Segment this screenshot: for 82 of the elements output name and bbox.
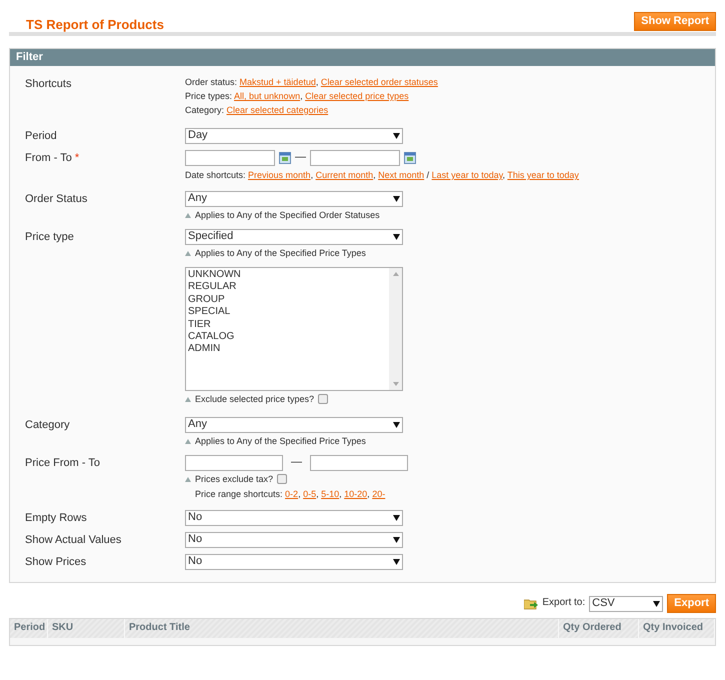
shortcut-link[interactable]: Next month bbox=[378, 170, 424, 180]
scroll-down-icon[interactable] bbox=[392, 382, 398, 386]
select-field[interactable]: CSV bbox=[589, 596, 664, 612]
hint-icon bbox=[185, 250, 191, 256]
shortcut-line: Category: Clear selected categories bbox=[185, 104, 330, 116]
select-field[interactable]: No bbox=[185, 510, 403, 526]
export-button[interactable]: Export bbox=[667, 594, 716, 613]
caret-icon bbox=[393, 133, 400, 139]
list-option[interactable]: TIER bbox=[188, 318, 387, 332]
select-field[interactable]: Specified bbox=[185, 229, 403, 245]
shortcut-line: Price types: All, but unknown, Clear selected price types bbox=[185, 90, 410, 102]
shortcut-link[interactable]: Clear selected price types bbox=[305, 91, 409, 101]
export-icon bbox=[524, 598, 538, 610]
price-type-list[interactable]: UNKNOWN REGULAR GROUP SPECIAL TIER CATALOG ADMIN bbox=[185, 267, 403, 391]
panel-header: Filter bbox=[10, 49, 715, 66]
list-option[interactable]: REGULAR bbox=[188, 281, 387, 294]
shortcut-link[interactable]: Clear selected categories bbox=[226, 105, 328, 115]
list-option[interactable]: CATALOG bbox=[188, 331, 387, 344]
select-field[interactable]: No bbox=[185, 554, 403, 570]
list-option[interactable]: UNKNOWN bbox=[188, 269, 387, 282]
caret-icon bbox=[393, 234, 400, 240]
shortcut-link[interactable]: Current month bbox=[316, 170, 374, 180]
range-dash: — bbox=[295, 151, 306, 165]
page-title: TS Report of Products bbox=[26, 16, 164, 34]
shortcut-link[interactable]: Previous month bbox=[248, 170, 311, 180]
shortcut-link[interactable]: 5-10 bbox=[321, 489, 340, 499]
shortcut-link[interactable]: All, but unknown bbox=[234, 91, 300, 101]
export-label: Export to: bbox=[542, 597, 586, 610]
caret-icon bbox=[653, 600, 660, 606]
select-field[interactable]: No bbox=[185, 532, 403, 548]
list-option[interactable]: ADMIN bbox=[188, 343, 387, 356]
field-label: Empty Rows bbox=[25, 512, 87, 524]
hint-text: Applies to Any of the Specified Order Statuses bbox=[195, 209, 380, 221]
shortcut-line: Price range shortcuts: 0-2, 0-5, 5-10, 10-20, 20- bbox=[195, 488, 386, 500]
field-label: Price type bbox=[25, 231, 74, 243]
list-option[interactable]: GROUP bbox=[188, 294, 387, 306]
checkbox-label: Exclude selected price types? bbox=[195, 393, 314, 405]
select-field[interactable]: Any bbox=[185, 417, 403, 433]
show-report-button[interactable]: Show Report bbox=[634, 12, 716, 31]
hint-icon bbox=[185, 212, 191, 218]
field-label: From - To bbox=[25, 152, 72, 164]
hint-icon bbox=[185, 476, 191, 482]
range-dash: — bbox=[291, 456, 302, 470]
select-field[interactable]: Any bbox=[185, 191, 403, 207]
list-option[interactable]: SPECIAL bbox=[188, 306, 387, 319]
caret-icon bbox=[393, 422, 400, 428]
hint-icon bbox=[185, 396, 191, 402]
price-field[interactable] bbox=[310, 455, 408, 471]
shortcut-link[interactable]: 10-20 bbox=[344, 489, 368, 499]
caret-icon bbox=[393, 515, 400, 521]
field-label: Period bbox=[25, 130, 57, 142]
hint-text: Applies to Any of the Specified Price Types bbox=[195, 435, 366, 447]
caret-icon bbox=[393, 559, 400, 565]
hint-icon bbox=[185, 438, 191, 444]
date-field[interactable] bbox=[310, 150, 400, 166]
checkbox[interactable] bbox=[318, 394, 328, 404]
field-label: Show Actual Values bbox=[25, 534, 122, 546]
scroll-up-icon[interactable] bbox=[392, 272, 398, 276]
field-label: Price From - To bbox=[25, 457, 100, 469]
shortcut-link[interactable]: 0-5 bbox=[303, 489, 316, 499]
calendar-icon bbox=[404, 152, 416, 164]
caret-icon bbox=[393, 537, 400, 543]
calendar-icon bbox=[279, 152, 291, 164]
field-label: Category bbox=[25, 419, 70, 431]
field-label: Order Status bbox=[25, 193, 88, 205]
select-field[interactable]: Day bbox=[185, 128, 403, 144]
checkbox-label: Prices exclude tax? bbox=[195, 473, 274, 485]
checkbox[interactable] bbox=[277, 474, 288, 484]
shortcut-link[interactable]: Makstud + täidetud bbox=[240, 77, 316, 87]
price-field[interactable] bbox=[185, 455, 283, 471]
shortcut-link[interactable]: Last year to today bbox=[432, 170, 503, 180]
shortcut-link[interactable]: Clear selected order statuses bbox=[320, 77, 438, 87]
shortcut-link[interactable]: 0-2 bbox=[285, 489, 298, 499]
shortcut-link[interactable]: 20- bbox=[372, 489, 386, 499]
field-label: Shortcuts bbox=[25, 78, 72, 90]
shortcut-link[interactable]: This year to today bbox=[507, 170, 579, 180]
required-mark: * bbox=[74, 152, 80, 164]
date-field[interactable] bbox=[185, 150, 275, 166]
caret-icon bbox=[393, 196, 400, 202]
shortcut-line: Order status: Makstud + täidetud, Clear selected order statuses bbox=[185, 76, 439, 88]
hint-text: Applies to Any of the Specified Price Types bbox=[195, 247, 366, 259]
field-label: Show Prices bbox=[25, 556, 86, 568]
